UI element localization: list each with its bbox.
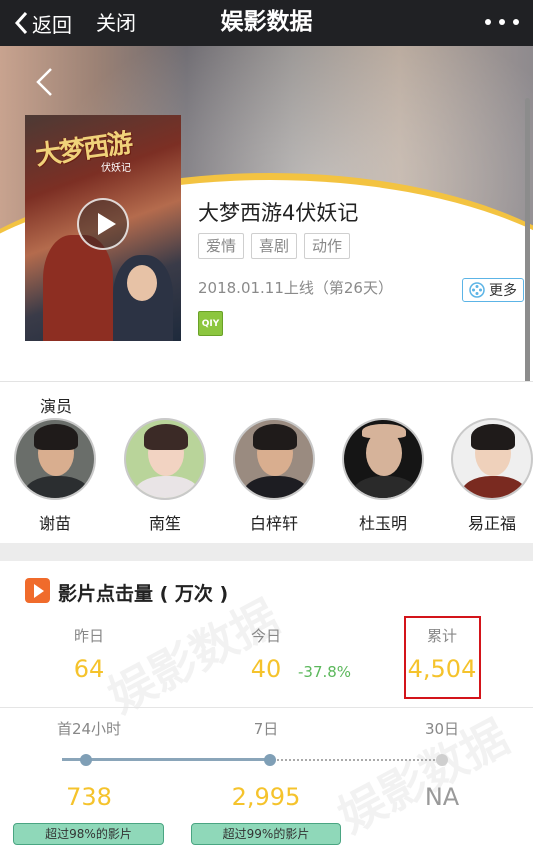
yesterday-value: 64 xyxy=(73,655,105,683)
more-button[interactable]: 更多 xyxy=(462,278,524,302)
cast-name: 白梓轩 xyxy=(249,514,298,533)
scrollbar[interactable] xyxy=(525,98,530,381)
movie-title: 大梦西游4伏妖记 xyxy=(198,201,359,225)
timeline-dot xyxy=(436,754,448,766)
cast-list: 谢苗 南笙 白梓轩 杜玉明 易正福 xyxy=(0,418,533,538)
movie-poster[interactable]: 大梦西游 伏妖记 xyxy=(25,115,181,341)
cast-name: 杜玉明 xyxy=(358,514,407,533)
cast-section-title: 演员 xyxy=(40,397,73,416)
cast-member[interactable]: 南笙 xyxy=(110,418,220,534)
header-back-icon[interactable] xyxy=(34,66,54,102)
avatar xyxy=(451,418,533,500)
cast-name: 易正福 xyxy=(467,514,516,533)
play-icon[interactable] xyxy=(77,198,129,250)
period-value: NA xyxy=(424,783,460,811)
divider xyxy=(0,381,533,382)
top-nav-bar: 返回 关闭 娱影数据 xyxy=(0,0,533,46)
today-label: 今日 xyxy=(250,627,281,645)
divider xyxy=(0,707,533,708)
period-label: 30日 xyxy=(424,720,460,738)
rank-badge: 超过99%的影片 xyxy=(191,823,341,845)
period-value: 2,995 xyxy=(231,783,301,811)
section-separator xyxy=(0,543,533,561)
today-change: -37.8% xyxy=(298,663,352,681)
period-value: 738 xyxy=(66,783,112,811)
timeline-dot xyxy=(80,754,92,766)
click-stats-section: 娱影数据 娱影数据 影片点击量 ( 万次 ) 昨日 64 今日 40 -37.8… xyxy=(0,561,533,855)
cast-member[interactable]: 杜玉明 xyxy=(328,418,438,534)
cast-member[interactable]: 谢苗 xyxy=(0,418,110,534)
iqiyi-logo-icon[interactable]: QIY xyxy=(198,311,223,336)
release-date: 2018.01.11上线（第26天） xyxy=(198,279,393,297)
timeline-progress xyxy=(62,758,270,761)
timeline-remaining xyxy=(270,759,442,761)
film-reel-icon xyxy=(469,282,485,298)
poster-subtitle: 伏妖记 xyxy=(101,163,131,174)
cast-name: 南笙 xyxy=(148,514,181,533)
avatar xyxy=(233,418,315,500)
page-title: 娱影数据 xyxy=(220,9,313,35)
avatar xyxy=(14,418,96,500)
period-label: 7日 xyxy=(253,720,279,738)
more-options-icon[interactable] xyxy=(485,12,519,32)
close-button[interactable]: 关闭 xyxy=(96,0,136,46)
cast-name: 谢苗 xyxy=(38,514,71,533)
stats-title: 影片点击量 ( 万次 ) xyxy=(58,583,229,605)
genre-tag: 动作 xyxy=(304,233,351,259)
genre-tag: 爱情 xyxy=(198,233,245,259)
genre-tags: 爱情 喜剧 动作 xyxy=(198,233,357,259)
genre-tag: 喜剧 xyxy=(251,233,298,259)
cast-member[interactable]: 易正福 xyxy=(437,418,533,534)
timeline-dot xyxy=(264,754,276,766)
rank-badge: 超过98%的影片 xyxy=(13,823,164,845)
avatar xyxy=(124,418,206,500)
total-highlight-box xyxy=(404,616,481,699)
back-label: 返回 xyxy=(32,12,72,37)
period-label: 首24小时 xyxy=(56,720,122,738)
play-square-icon xyxy=(25,578,50,603)
avatar xyxy=(342,418,424,500)
cast-member[interactable]: 白梓轩 xyxy=(219,418,329,534)
yesterday-label: 昨日 xyxy=(73,627,104,645)
chevron-left-icon xyxy=(14,11,28,35)
back-button[interactable]: 返回 xyxy=(14,0,72,46)
more-label: 更多 xyxy=(489,283,517,299)
